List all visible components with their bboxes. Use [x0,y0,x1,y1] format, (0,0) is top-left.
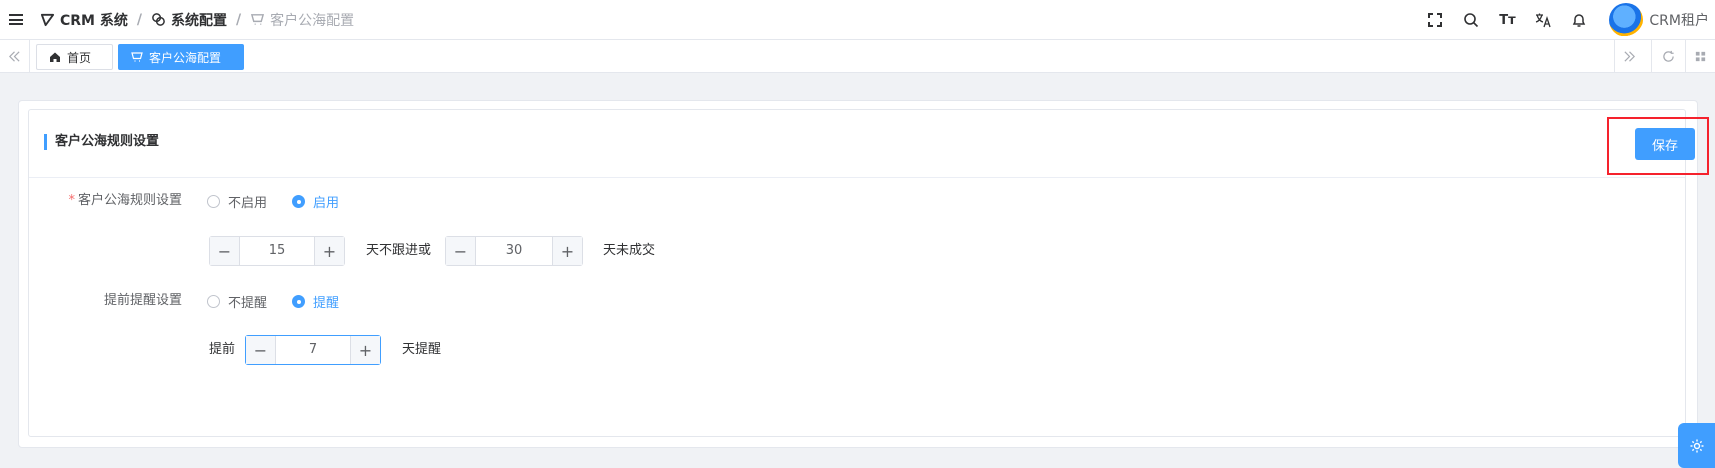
font-size-icon[interactable]: Tт [1497,10,1517,30]
radio-rule-disabled[interactable]: 不启用 [207,192,267,211]
reminder-suffix-text: 天提醒 [402,342,442,357]
decrement-button[interactable]: − [446,237,476,265]
tab-label: 首页 [67,50,92,65]
no-deal-days-stepper[interactable]: − 30 + [445,236,583,266]
breadcrumb-item-current: 客户公海配置 [250,10,354,30]
scroll-right-icon[interactable] [1614,40,1644,72]
radio-reminder-on[interactable]: 提醒 [292,292,339,311]
breadcrumb-separator: / [136,11,142,28]
radio-circle [292,195,305,208]
tags-view-bar: 首页 客户公海配置 [0,40,1715,73]
radio-label: 不启用 [228,196,268,211]
breadcrumb-item-config[interactable]: 系统配置 [151,10,227,30]
config-icon [152,13,165,26]
refresh-icon[interactable] [1651,40,1684,72]
breadcrumb-item-crm[interactable]: CRM 系统 [40,10,128,30]
save-button[interactable]: 保存 [1635,128,1695,160]
grid-menu-icon[interactable] [1685,40,1715,72]
required-mark: * [68,193,75,208]
settings-float-button[interactable] [1678,423,1715,468]
breadcrumb-separator: / [236,11,242,28]
stepper-value[interactable]: 15 [240,237,314,265]
save-button-highlight: 保存 [1607,117,1709,175]
reminder-setting-label: 提前提醒设置 [103,293,182,308]
menu-toggle-icon[interactable] [9,14,23,25]
tab-customer-pool-config[interactable]: 客户公海配置 [118,44,244,70]
username[interactable]: CRM租户 [1649,10,1709,30]
reminder-prefix-text: 提前 [209,342,236,357]
cart-icon [131,52,143,62]
cart-icon [251,14,265,25]
scroll-left-icon[interactable] [0,40,30,72]
panel-header: 客户公海规则设置 保存 [29,110,1709,178]
stepper-value[interactable]: 30 [476,237,552,265]
radio-rule-enabled[interactable]: 启用 [292,192,339,211]
radio-circle [292,295,305,308]
increment-button[interactable]: + [350,336,380,364]
no-deal-text: 天未成交 [603,243,656,258]
radio-reminder-off[interactable]: 不提醒 [207,292,267,311]
reminder-days-stepper[interactable]: − 7 + [245,335,381,365]
fullscreen-icon[interactable] [1425,10,1445,30]
settings-panel: 客户公海规则设置 保存 * 客户公海规则设置 不启用 启用 − 15 + 天不跟进… [28,109,1709,437]
font-size-glyph: Tт [1499,12,1516,28]
increment-button[interactable]: + [314,237,344,265]
search-icon[interactable] [1461,10,1481,30]
breadcrumb: CRM 系统 / 系统配置 / 客户公海配置 [40,10,354,30]
decrement-button[interactable]: − [246,336,276,364]
translate-icon[interactable] [1533,10,1553,30]
breadcrumb-label: 系统配置 [171,12,227,29]
radio-circle [207,195,220,208]
navbar-actions: Tт CRM租户 [1425,0,1715,40]
top-navbar: CRM 系统 / 系统配置 / 客户公海配置 Tт CRM租户 [0,0,1715,40]
tab-label: 客户公海配置 [149,50,222,65]
decrement-button[interactable]: − [210,237,240,265]
radio-label: 提醒 [313,296,340,311]
rule-setting-label: * 客户公海规则设置 [68,193,182,208]
stepper-value[interactable]: 7 [276,336,350,364]
gear-icon [1690,439,1703,452]
home-icon [50,52,60,62]
panel-title: 客户公海规则设置 [44,134,159,150]
no-followup-days-stepper[interactable]: − 15 + [209,236,345,266]
no-followup-text: 天不跟进或 [366,243,432,258]
bell-icon[interactable] [1569,10,1589,30]
radio-circle [207,295,220,308]
breadcrumb-label: CRM 系统 [60,12,128,29]
breadcrumb-label: 客户公海配置 [270,12,355,29]
increment-button[interactable]: + [552,237,582,265]
radio-label: 不提醒 [228,296,268,311]
tab-home[interactable]: 首页 [36,44,113,70]
radio-label: 启用 [313,196,340,211]
avatar[interactable] [1609,3,1644,37]
logo-icon [40,13,55,27]
